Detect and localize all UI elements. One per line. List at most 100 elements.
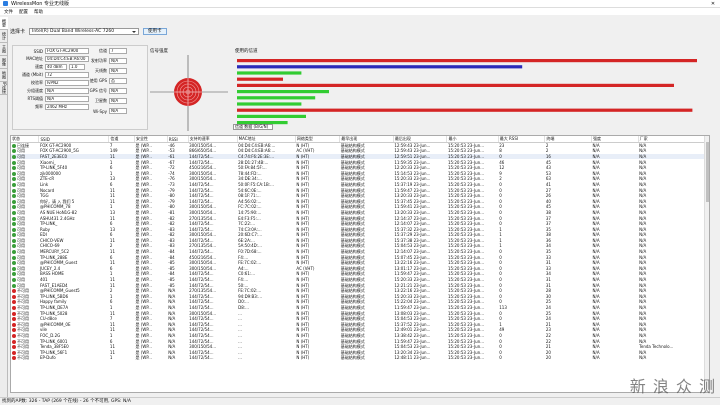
status-icon [12, 317, 16, 322]
menu-file[interactable]: 文件 [4, 9, 13, 15]
channel-usage-panel: 使用的信道 [233, 47, 703, 133]
gps-use-label: 使用 GPS [89, 78, 107, 83]
status-text: 不可用 [17, 344, 29, 350]
status-icon [12, 177, 16, 182]
antenna-value: N/A [109, 68, 127, 74]
status-text: 可用 [17, 198, 25, 204]
status-icon [12, 255, 16, 260]
status-text: 已连接 [17, 143, 29, 149]
status-icon [12, 306, 16, 311]
status-text: 可用 [17, 243, 25, 249]
table-cell: N (HT) [296, 355, 310, 361]
status-icon [12, 166, 16, 171]
use-card-button[interactable]: 使用卡 [143, 27, 167, 35]
auth-value: IvPN2 [45, 80, 89, 86]
status-icon [12, 171, 16, 176]
adapter-select[interactable]: Intel(R) Dual Band Wireless-AC 7260 [29, 27, 140, 35]
status-text: 可用 [17, 277, 25, 283]
channel-bar [237, 59, 697, 63]
status-icon [12, 188, 16, 193]
gps-use-value: 否 [109, 78, 127, 84]
status-text: 可用 [17, 226, 25, 232]
auth-label: 校验率 [31, 80, 43, 85]
table-cell: N/A [639, 355, 647, 361]
left-tabs: 概要 统计 主图 图像 地图 IP连接 [0, 17, 8, 397]
table-cell: 15:20:53 23-Jun... [447, 355, 485, 361]
channel-bar [237, 83, 674, 87]
table-scrollbar[interactable] [704, 136, 709, 392]
status-icon [12, 339, 16, 344]
status-text: 不可用 [17, 332, 29, 338]
status-text: 可用 [17, 232, 25, 238]
wispy-label: Wi-Spy [93, 108, 107, 114]
menu-bar: 文件 配置 帮助 [0, 8, 720, 15]
freq-value: 2462 MHz [45, 104, 89, 110]
rssi-value: 40 dBm [45, 64, 67, 70]
status-text: 可用 [17, 181, 25, 187]
status-icon [12, 350, 16, 355]
satellite-value: N/A [109, 98, 127, 104]
status-icon [12, 233, 16, 238]
status-text: 可用 [17, 221, 25, 227]
packet-label: 分组速度 [27, 88, 43, 93]
menu-config[interactable]: 配置 [19, 9, 28, 15]
tab-map[interactable]: 地图 [0, 69, 8, 82]
rts-value: N/A [45, 96, 89, 102]
channel-bar [237, 65, 523, 69]
tab-stats[interactable]: 统计 [0, 30, 8, 43]
status-text: 不可用 [17, 338, 29, 344]
status-icon [12, 227, 16, 232]
table-cell: 1 [109, 355, 113, 361]
status-icon [12, 222, 16, 227]
mac-value: 04:D4:C4:EB:A6:00 [45, 56, 89, 62]
adapter-label: 选择卡 [10, 28, 26, 35]
gps-signal-value: N/A [109, 88, 127, 94]
status-text: 可用 [17, 204, 25, 210]
status-text: 可用 [17, 249, 25, 255]
channel-bar [237, 114, 306, 118]
tab-ip-connection[interactable]: IP连接 [0, 82, 8, 95]
status-text: 不可用 [17, 349, 29, 355]
status-icon [12, 333, 16, 338]
status-text: 不可用 [17, 316, 29, 322]
table-cell: N/A [168, 355, 176, 361]
sort-select[interactable]: 信道 数据 (B/G/N) [233, 124, 273, 130]
menu-help[interactable]: 帮助 [34, 9, 43, 15]
channel-usage-title: 使用的信道 [235, 49, 258, 54]
status-text: 可用 [17, 260, 25, 266]
wispy-value: N/A [109, 108, 127, 114]
status-text: 可用 [17, 187, 25, 193]
status-text: 可用 [17, 193, 25, 199]
app-icon [3, 1, 8, 6]
ap-table: 状态 SSID 信道 安全性 RSSI 支持的速率 MAC地址 网络类型 最早出现 最后出现 最小最… [10, 135, 710, 393]
status-text: 不可用 [17, 288, 29, 294]
tab-main-graph[interactable]: 主图 [0, 43, 8, 56]
status-icon [12, 238, 16, 243]
channel-bar [237, 90, 329, 94]
watermark-text: 新 浪 众 测 [629, 377, 716, 396]
signal-title: 信号强度 [150, 49, 168, 54]
channel-usage-chart [237, 59, 697, 125]
status-icon [12, 154, 16, 159]
status-icon [12, 216, 16, 221]
scrollbar-thumb[interactable] [706, 142, 709, 202]
status-icon [12, 210, 16, 215]
status-icon [12, 345, 16, 350]
table-cell: 0 [499, 355, 502, 361]
close-button[interactable]: ✕ [706, 0, 720, 8]
tab-graph[interactable]: 图像 [0, 56, 8, 69]
status-icon [12, 311, 16, 316]
ssid-label: SSID [33, 48, 43, 54]
txpower-label: 发射功率 [91, 58, 107, 63]
status-icon [12, 205, 16, 210]
info-panel: SSID FOX GT-AC2900 MAC地址 04:D4:C4:EB:A6:00… [12, 45, 148, 130]
tab-summary[interactable]: 概要 [0, 17, 8, 30]
status-cell: 不可用 [11, 355, 39, 361]
rssi-label: 速度 [35, 64, 43, 69]
status-bar: 找到的AP数: 326 - TAP (269 个在线) - 26 个不可用, G… [0, 397, 720, 405]
status-text: 可用 [17, 265, 25, 271]
status-text: 不可用 [17, 327, 29, 333]
table-row[interactable]: 不可用 EP-Dufo 1 是 (WP... N/A 144/72/54...... N (… [11, 355, 709, 361]
status-text: 可用 [17, 271, 25, 277]
signal-target-graphic [150, 55, 228, 131]
